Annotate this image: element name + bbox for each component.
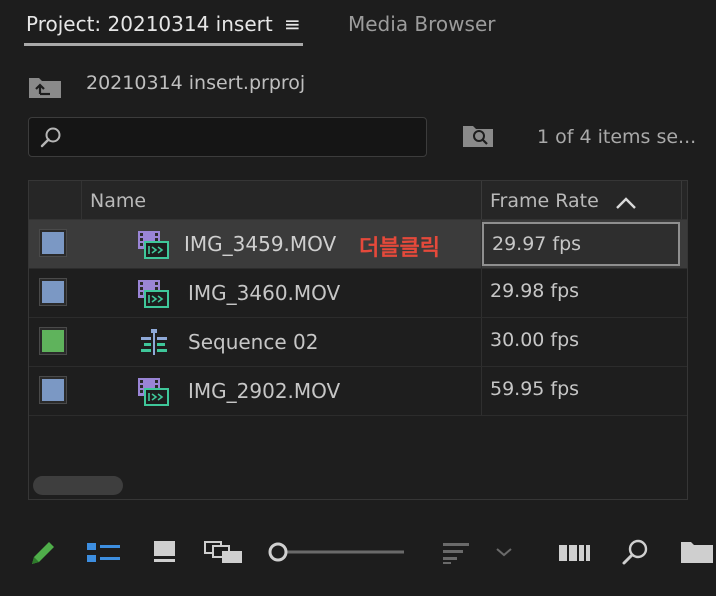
frame-rate-value: 29.97 fps <box>492 233 582 255</box>
video-clip-icon <box>138 280 169 308</box>
label-color-swatch[interactable] <box>39 327 67 355</box>
item-name[interactable]: IMG_3459.MOV <box>184 232 336 256</box>
sort-ascending-icon[interactable] <box>614 195 638 211</box>
chevron-down-icon[interactable] <box>494 545 514 559</box>
frame-rate-cell[interactable]: 29.98 fps <box>482 271 680 315</box>
tab-project[interactable]: Project: 20210314 insert <box>26 12 273 36</box>
folder-up-icon[interactable] <box>28 75 62 99</box>
label-color-swatch[interactable] <box>39 278 67 306</box>
label-color-swatch[interactable] <box>39 376 67 404</box>
column-header-frame-rate[interactable]: Frame Rate <box>490 190 599 212</box>
table-row[interactable]: Sequence 02 30.00 fps <box>29 318 687 367</box>
find-icon[interactable] <box>620 538 650 566</box>
label-color-swatch[interactable] <box>39 229 67 257</box>
zoom-slider[interactable] <box>266 541 406 563</box>
item-name[interactable]: IMG_3460.MOV <box>188 281 340 305</box>
label-column-header[interactable] <box>29 181 82 219</box>
column-divider[interactable] <box>681 181 682 219</box>
column-header-name[interactable]: Name <box>90 190 146 212</box>
frame-rate-cell[interactable]: 29.97 fps <box>482 222 680 266</box>
frame-rate-cell[interactable]: 59.95 fps <box>482 369 680 413</box>
horizontal-scrollbar[interactable] <box>33 476 123 495</box>
sequence-icon <box>141 329 167 355</box>
search-icon <box>40 127 61 148</box>
new-search-bin-icon[interactable] <box>462 124 494 148</box>
table-header: Name Frame Rate <box>29 181 687 220</box>
search-input[interactable] <box>73 124 417 152</box>
frame-rate-value: 29.98 fps <box>490 280 580 302</box>
frame-rate-cell[interactable]: 30.00 fps <box>482 320 680 364</box>
item-name[interactable]: IMG_2902.MOV <box>188 379 340 403</box>
frame-rate-value: 30.00 fps <box>490 329 580 351</box>
search-field[interactable] <box>28 117 427 157</box>
table-row[interactable]: IMG_3459.MOV 더블클릭 29.97 fps <box>29 220 687 269</box>
sort-icons-icon[interactable] <box>442 541 472 565</box>
project-items-table: Name Frame Rate IMG_3459.MOV 더블클릭 29.97 … <box>28 180 688 500</box>
tab-media-browser[interactable]: Media Browser <box>348 12 495 36</box>
active-tab-indicator <box>24 43 303 46</box>
automate-to-sequence-icon[interactable] <box>558 541 592 565</box>
frame-rate-value: 59.95 fps <box>490 378 580 400</box>
new-bin-icon[interactable] <box>680 540 714 564</box>
project-file-name: 20210314 insert.prproj <box>86 72 306 94</box>
freeform-view-icon[interactable] <box>204 539 244 565</box>
item-name[interactable]: Sequence 02 <box>188 330 318 354</box>
video-clip-icon <box>138 378 169 406</box>
pencil-icon[interactable] <box>28 538 58 568</box>
list-view-icon[interactable] <box>86 541 122 565</box>
video-clip-icon <box>138 231 169 259</box>
double-click-annotation: 더블클릭 <box>359 236 440 261</box>
panel-menu-icon[interactable]: ≡ <box>284 12 301 36</box>
items-selected-count: 1 of 4 items se... <box>537 126 697 148</box>
table-row[interactable]: IMG_2902.MOV 59.95 fps <box>29 367 687 416</box>
table-row[interactable]: IMG_3460.MOV 29.98 fps <box>29 269 687 318</box>
icon-view-icon[interactable] <box>152 540 178 564</box>
column-divider[interactable] <box>481 181 482 219</box>
